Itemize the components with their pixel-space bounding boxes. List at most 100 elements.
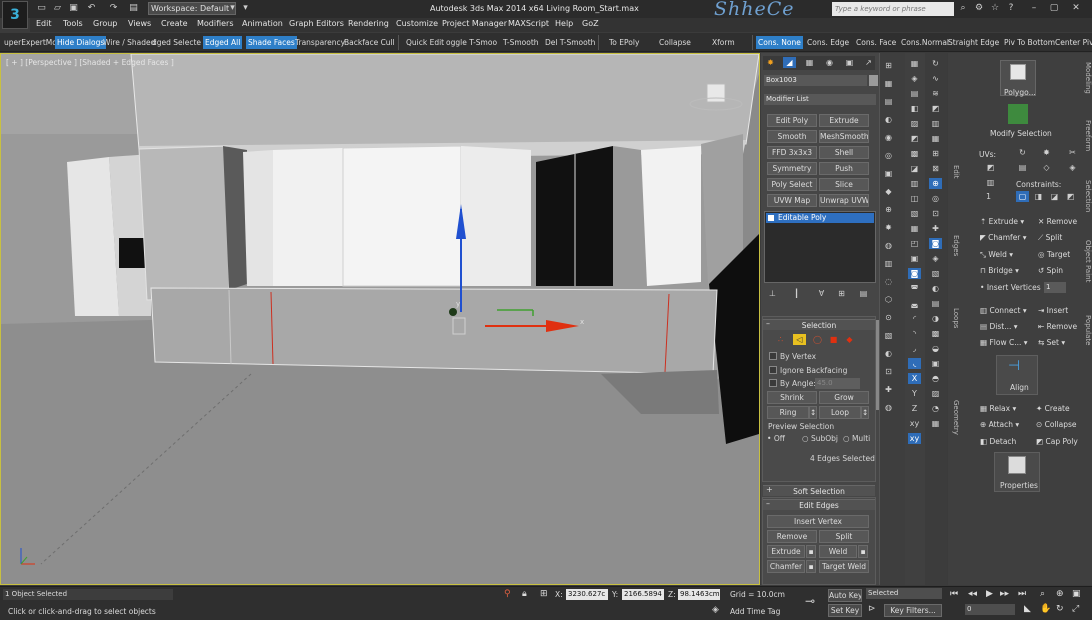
- col1-icon-11[interactable]: ▧: [908, 208, 921, 219]
- stack-expand-icon[interactable]: [768, 215, 774, 221]
- menu-animation[interactable]: Animation: [242, 19, 283, 28]
- col2-icon-22[interactable]: ◓: [929, 373, 942, 384]
- key-filters-button[interactable]: Key Filters...: [884, 604, 942, 617]
- tool-icon-1[interactable]: ⊞: [882, 60, 895, 71]
- col2-icon-23[interactable]: ▨: [929, 388, 942, 399]
- new-file-icon[interactable]: ▭: [36, 3, 47, 14]
- flow-connect-tool[interactable]: ▦ Flow C... ▾: [980, 338, 1028, 347]
- col2-icon-6[interactable]: ▦: [929, 133, 942, 144]
- axis-xy-icon[interactable]: xy: [908, 418, 921, 429]
- weld-tool[interactable]: ⤡ Weld ▾: [980, 250, 1013, 260]
- menu-rendering[interactable]: Rendering: [348, 19, 389, 28]
- make-unique-icon[interactable]: ∀: [815, 288, 828, 299]
- ribbon-btn-cons-edge[interactable]: Cons. Edge: [805, 36, 851, 49]
- side-tab-modeling[interactable]: Modeling: [1082, 62, 1092, 106]
- rollout-collapse-icon[interactable]: –: [766, 499, 770, 508]
- mod-btn-symmetry[interactable]: Symmetry: [767, 162, 817, 175]
- display-tab-icon[interactable]: ▣: [843, 57, 856, 68]
- ring-button[interactable]: Ring: [767, 406, 809, 419]
- col2-icon-21[interactable]: ▣: [929, 358, 942, 369]
- orbit-icon[interactable]: ↻: [1056, 604, 1064, 614]
- star-icon[interactable]: ☆: [989, 2, 1001, 15]
- stack-item-editable-poly[interactable]: Editable Poly: [766, 213, 874, 223]
- extrude-settings-icon[interactable]: ▪: [806, 545, 816, 558]
- ribbon-btn-shade-faces[interactable]: Shade Faces: [246, 36, 297, 49]
- ribbon-btn-hide-dialogs[interactable]: Hide Dialogs: [55, 36, 107, 49]
- ribbon-btn-cons-none[interactable]: Cons. None: [756, 36, 803, 49]
- constraint-none-icon[interactable]: ▢: [1016, 191, 1029, 202]
- col1-icon-3[interactable]: ▤: [908, 88, 921, 99]
- go-to-end-icon[interactable]: ⏭: [1018, 589, 1026, 599]
- isolate-selection-icon[interactable]: ⚲: [504, 589, 511, 599]
- maximize-icon[interactable]: ▢: [1048, 2, 1060, 15]
- mod-btn-extrude[interactable]: Extrude: [819, 114, 869, 127]
- weld-button[interactable]: Weld: [819, 545, 857, 558]
- col1-icon-21[interactable]: ◟: [908, 358, 921, 369]
- infocenter-icon[interactable]: ⚙: [973, 2, 985, 15]
- target-weld-button[interactable]: Target Weld: [819, 560, 869, 573]
- col1-icon-5[interactable]: ▨: [908, 118, 921, 129]
- grow-button[interactable]: Grow: [819, 391, 869, 404]
- col1-icon-4[interactable]: ◧: [908, 103, 921, 114]
- menu-help[interactable]: Help: [555, 19, 573, 28]
- mod-btn-unwrap-uvw[interactable]: Unwrap UVW: [819, 194, 869, 207]
- tab-edit[interactable]: Edit: [950, 165, 960, 205]
- col2-icon-7[interactable]: ⊞: [929, 148, 942, 159]
- tool-icon-8[interactable]: ◆: [882, 186, 895, 197]
- ribbon-btn-cons-normal[interactable]: Cons.Normal: [899, 36, 951, 49]
- constraint-normal-icon[interactable]: ◩: [1064, 191, 1077, 202]
- spin-tool[interactable]: ↺ Spin: [1038, 266, 1063, 275]
- col2-icon-18[interactable]: ◑: [929, 313, 942, 324]
- create-tool[interactable]: ✦ Create: [1036, 404, 1070, 413]
- constraint-face-icon[interactable]: ◪: [1048, 191, 1061, 202]
- side-tab-populate[interactable]: Populate: [1082, 315, 1092, 359]
- polygon-mode-icon[interactable]: ■: [827, 334, 840, 345]
- help-icon[interactable]: ?: [1005, 2, 1017, 15]
- col2-icon-2[interactable]: ∿: [929, 73, 942, 84]
- open-file-icon[interactable]: ▱: [52, 3, 63, 14]
- col2-icon-10[interactable]: ◎: [929, 193, 942, 204]
- ribbon-btn-toggle-tsmooth[interactable]: oggle T-Smoo: [444, 36, 499, 49]
- tool-icon-16[interactable]: ▧: [882, 330, 895, 341]
- attach-tool[interactable]: ⊕ Attach ▾: [980, 420, 1019, 429]
- col1-icon-12[interactable]: ▦: [908, 223, 921, 234]
- axis-xyz-icon[interactable]: xy: [908, 433, 921, 444]
- ignore-backfacing-checkbox[interactable]: [769, 366, 777, 374]
- relax-tool[interactable]: ▦ Relax ▾: [980, 404, 1016, 413]
- selection-rollout-header[interactable]: Selection: [763, 319, 875, 330]
- col1-icon-16[interactable]: ◚: [908, 283, 921, 294]
- col1-icon-13[interactable]: ◰: [908, 238, 921, 249]
- chevron-down-icon[interactable]: ▾: [227, 3, 238, 14]
- insert-vertices-spinner[interactable]: 1: [1044, 282, 1066, 293]
- soft-selection-rollout-header[interactable]: Soft Selection: [763, 485, 875, 496]
- preview-subobj-radio[interactable]: ○ SubObj: [802, 434, 838, 443]
- col1-icon-17[interactable]: ◛: [908, 298, 921, 309]
- mod-btn-poly-select[interactable]: Poly Select: [767, 178, 817, 191]
- ribbon-btn-edged-selected[interactable]: dged Selecte: [150, 36, 203, 49]
- by-angle-checkbox[interactable]: [769, 379, 777, 387]
- col1-icon-6[interactable]: ◩: [908, 133, 921, 144]
- search-icon[interactable]: ⌕: [957, 2, 969, 15]
- modifier-list-dropdown[interactable]: Modifier List: [764, 94, 876, 105]
- col2-icon-15[interactable]: ▧: [929, 268, 942, 279]
- minimize-icon[interactable]: –: [1028, 2, 1040, 15]
- target-tool[interactable]: ◎ Target: [1038, 250, 1070, 259]
- col2-icon-12[interactable]: ✚: [929, 223, 942, 234]
- dist-tool[interactable]: ▤ Dist... ▾: [980, 322, 1018, 331]
- perspective-viewport[interactable]: x y [ + ] [Perspective ] [Shaded + Edged…: [0, 53, 760, 585]
- time-tag-icon[interactable]: ◈: [712, 605, 719, 615]
- menu-group[interactable]: Group: [93, 19, 117, 28]
- remove-modifier-icon[interactable]: ⊞: [835, 288, 848, 299]
- col1-icon-1[interactable]: ▦: [908, 58, 921, 69]
- tab-edges[interactable]: Edges: [950, 235, 960, 275]
- tool-icon-7[interactable]: ▣: [882, 168, 895, 179]
- workspace-dropdown[interactable]: Workspace: Default: [148, 2, 236, 15]
- col2-icon-4[interactable]: ◩: [929, 103, 942, 114]
- axis-x-icon[interactable]: X: [908, 373, 921, 384]
- app-logo-icon[interactable]: 3: [2, 1, 28, 29]
- ribbon-btn-straight-edge[interactable]: Straight Edge: [946, 36, 1001, 49]
- create-tab-icon[interactable]: ✸: [764, 57, 777, 68]
- rollout-expand-icon[interactable]: +: [766, 485, 773, 494]
- hierarchy-tab-icon[interactable]: ▦: [803, 57, 816, 68]
- col1-icon-20[interactable]: ◞: [908, 343, 921, 354]
